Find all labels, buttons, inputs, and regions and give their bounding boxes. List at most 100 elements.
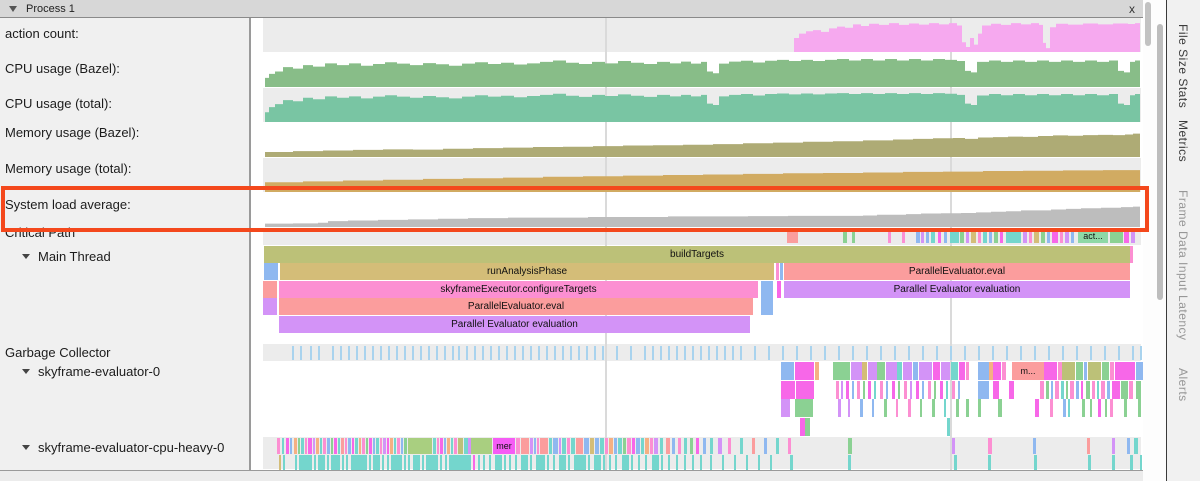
gc-event-tick[interactable] <box>1090 346 1092 360</box>
trace-span[interactable] <box>277 438 280 454</box>
trace-span[interactable] <box>1066 381 1068 399</box>
trace-span[interactable] <box>868 381 871 399</box>
trace-span[interactable] <box>1092 381 1095 399</box>
trace-span[interactable] <box>874 381 876 399</box>
trace-span[interactable] <box>426 455 438 471</box>
trace-span[interactable] <box>678 438 681 454</box>
trace-span[interactable] <box>958 381 960 399</box>
trace-span[interactable] <box>1050 399 1053 417</box>
trace-span[interactable] <box>264 263 278 280</box>
gc-event-tick[interactable] <box>692 346 694 360</box>
trace-span[interactable] <box>366 438 368 454</box>
trace-span[interactable] <box>650 438 653 454</box>
trace-span[interactable] <box>422 455 424 471</box>
trace-span[interactable] <box>283 455 285 471</box>
gc-event-tick[interactable] <box>716 346 718 360</box>
trace-span[interactable] <box>588 455 590 471</box>
trace-span[interactable] <box>478 455 480 471</box>
trace-span[interactable] <box>295 455 297 471</box>
trace-span[interactable] <box>263 281 277 298</box>
trace-span[interactable] <box>684 455 686 471</box>
gc-event-tick[interactable] <box>644 346 646 360</box>
trace-span[interactable] <box>623 438 626 454</box>
trace-span[interactable] <box>413 455 420 471</box>
trace-span[interactable] <box>618 438 622 454</box>
trace-span[interactable] <box>1047 230 1050 243</box>
trace-span[interactable] <box>934 381 936 399</box>
trace-span[interactable] <box>1130 455 1133 471</box>
trace-span[interactable] <box>387 455 389 471</box>
trace-span[interactable] <box>978 381 989 399</box>
trace-span[interactable] <box>458 438 463 454</box>
gc-event-tick[interactable] <box>740 346 742 360</box>
trace-span[interactable] <box>294 438 297 454</box>
gc-event-tick[interactable] <box>458 346 460 360</box>
trace-span[interactable] <box>758 455 760 471</box>
trace-span[interactable] <box>710 438 713 454</box>
gc-event-tick[interactable] <box>428 346 430 360</box>
inner-scrollbar-thumb[interactable] <box>1145 2 1151 46</box>
trace-span[interactable] <box>331 455 340 471</box>
trace-span[interactable] <box>952 381 955 399</box>
trace-span[interactable] <box>933 362 940 380</box>
trace-span[interactable] <box>631 455 633 471</box>
gc-event-tick[interactable] <box>578 346 580 360</box>
trace-span[interactable] <box>568 455 570 471</box>
trace-span[interactable] <box>692 455 694 471</box>
gc-event-tick[interactable] <box>498 346 500 360</box>
trace-span[interactable] <box>559 455 566 471</box>
trace-span[interactable] <box>348 438 351 454</box>
gc-event-tick[interactable] <box>852 346 854 360</box>
trace-span[interactable] <box>1023 230 1027 243</box>
trace-span[interactable] <box>553 438 558 454</box>
gc-event-tick[interactable] <box>292 346 294 360</box>
gc-event-tick[interactable] <box>412 346 414 360</box>
trace-span[interactable] <box>770 455 772 471</box>
trace-span[interactable] <box>993 381 999 399</box>
trace-span[interactable] <box>998 399 1002 417</box>
trace-span[interactable] <box>323 438 326 454</box>
trace-span[interactable] <box>627 438 631 454</box>
trace-span[interactable] <box>851 362 862 380</box>
gc-event-tick[interactable] <box>936 346 938 360</box>
trace-span[interactable] <box>776 438 779 454</box>
gc-event-tick[interactable] <box>978 346 980 360</box>
trace-span[interactable] <box>1041 230 1045 243</box>
gc-event-tick[interactable] <box>538 346 540 360</box>
trace-span[interactable] <box>1033 438 1036 454</box>
gc-event-tick[interactable] <box>570 346 572 360</box>
trace-span-mer[interactable]: mer <box>493 438 515 454</box>
trace-span[interactable] <box>559 438 561 454</box>
trace-span-ParallelEvaluatoreval[interactable]: ParallelEvaluator.eval <box>279 298 753 315</box>
gc-event-tick[interactable] <box>404 346 406 360</box>
gc-event-tick[interactable] <box>616 346 618 360</box>
trace-span[interactable] <box>397 438 400 454</box>
trace-span[interactable] <box>401 438 403 454</box>
trace-span[interactable] <box>1098 399 1101 417</box>
sidebar-tab-input-latency[interactable]: Input Latency <box>1176 262 1190 341</box>
trace-span-m[interactable]: m... <box>1012 362 1044 380</box>
trace-span[interactable] <box>1112 455 1115 471</box>
trace-span[interactable] <box>940 381 943 399</box>
trace-span[interactable] <box>1055 381 1059 399</box>
trace-span[interactable] <box>521 438 529 454</box>
gc-event-tick[interactable] <box>630 346 632 360</box>
trace-span[interactable] <box>1034 455 1037 471</box>
trace-span[interactable] <box>740 438 743 454</box>
trace-span[interactable] <box>298 438 300 454</box>
trace-span[interactable] <box>668 455 670 471</box>
gc-event-tick[interactable] <box>300 346 302 360</box>
trace-span[interactable] <box>530 455 532 471</box>
gc-event-tick[interactable] <box>1118 346 1120 360</box>
trace-span[interactable] <box>390 438 393 454</box>
trace-span[interactable] <box>652 455 659 471</box>
trace-span[interactable] <box>700 455 702 471</box>
gc-event-tick[interactable] <box>700 346 702 360</box>
trace-span[interactable] <box>1000 230 1003 243</box>
trace-span[interactable] <box>638 455 640 471</box>
gc-event-tick[interactable] <box>348 346 350 360</box>
gc-event-tick[interactable] <box>332 346 334 360</box>
trace-span[interactable] <box>584 438 589 454</box>
trace-span[interactable] <box>946 381 948 399</box>
trace-span[interactable] <box>1044 362 1057 380</box>
